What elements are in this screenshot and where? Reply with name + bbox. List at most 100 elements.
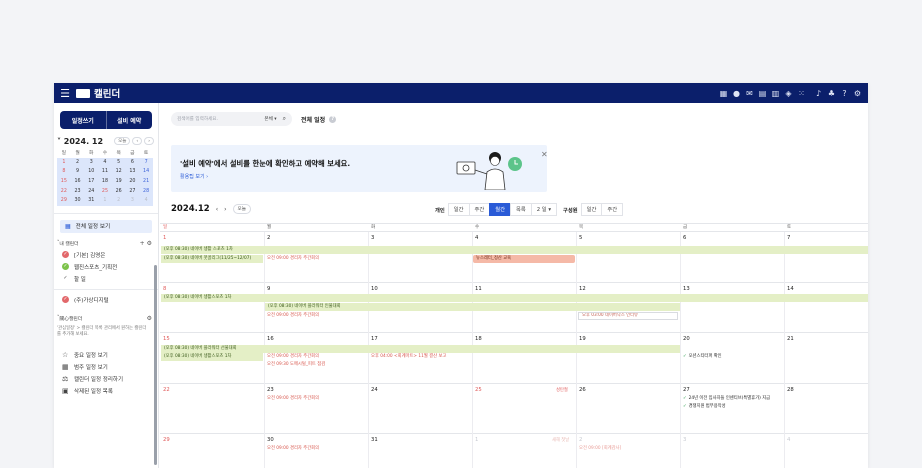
mini-day[interactable]: 1 [98,195,112,206]
event-item[interactable]: 오후 04:00 <회계마트> 11월 결산 보고 [370,353,470,361]
calendar-item[interactable]: ✓ [기본] 김영은 [54,249,158,261]
search-input[interactable]: 검색어를 입력하세요. 본체 ▾ ⌕ [171,112,292,126]
event-item[interactable]: 오전 09:00 경리자 주간회의 [266,445,364,453]
task-item[interactable]: ✓ 오션스티터퍼 확인 [682,353,782,361]
mini-day[interactable]: 20 [125,176,140,187]
mini-day[interactable]: 10 [84,167,99,177]
mini-day[interactable]: 13 [125,167,140,177]
day-number[interactable]: 1 [475,437,478,443]
equipment-reservation-button[interactable]: 설비 예약 [105,111,153,129]
event-bar[interactable]: (오후 08:30) 네이버 플라워터 선물대회 [161,345,680,353]
mini-day[interactable]: 2 [70,157,85,168]
event-bar[interactable]: (오후 08:30) 네이버 웃골리그(11/25~12/07) [161,255,263,263]
sidebar-scrollbar[interactable] [154,265,157,465]
doc-icon[interactable]: ▥ [771,89,780,98]
day-number[interactable]: 8 [163,286,166,292]
day-number[interactable]: 30 [267,437,274,443]
day-number[interactable]: 29 [163,437,170,443]
prev-month-icon[interactable]: ‹ [216,206,218,213]
shared-calendars-section[interactable]: ˅ 關心캘린더 ⚙ [54,314,158,324]
task-item[interactable]: ✓ 경쟁지원 법무용작성 [682,403,784,411]
calendar-settings-icon[interactable]: ⚙ [147,240,152,247]
event-bar[interactable]: (오후 08:30) 네이버 생활스포츠 1차 [161,294,868,302]
mini-day[interactable]: 7 [139,157,153,168]
day-number[interactable]: 26 [579,387,586,393]
mini-day[interactable]: 18 [98,176,112,187]
day-number[interactable]: 10 [371,286,378,292]
category-schedule-link[interactable]: ▦ 범주 일정 보기 [54,361,158,373]
mini-day[interactable]: 8 [57,167,71,177]
event-bar[interactable]: (오후 08:30) 네이버 생활스포츠 1차 [161,353,263,361]
day-number[interactable]: 21 [787,336,794,342]
mini-day[interactable]: 17 [84,176,99,187]
day-number[interactable]: 5 [579,235,582,241]
help-icon[interactable]: ? [329,115,337,123]
mini-day[interactable]: 28 [139,186,153,196]
shared-settings-icon[interactable]: ⚙ [147,315,152,322]
checkbox-icon[interactable]: ✓ [62,275,69,282]
event-item[interactable]: 오전 09:00 [회계감사] [578,445,678,453]
day-number[interactable]: 13 [683,286,690,292]
mini-day[interactable]: 11 [98,167,112,177]
calendar-item[interactable]: ✓ 할 일 [54,273,158,285]
grid-icon[interactable]: ▦ [719,89,728,98]
cube-icon[interactable]: ◈ [784,89,793,98]
mini-day[interactable]: 9 [70,167,85,177]
member-day-button[interactable]: 일간 [580,203,603,216]
mini-day[interactable]: 3 [125,195,140,206]
view-day-button[interactable]: 일간 [447,203,470,216]
all-schedule-view-button[interactable]: ▦ 전체 일정 보기 [60,219,152,233]
mini-day[interactable]: 25 [98,186,112,196]
day-number[interactable]: 15 [163,336,170,342]
write-schedule-button[interactable]: 일정쓰기 [60,111,106,129]
day-number[interactable]: 1 [163,235,166,241]
mini-day[interactable]: 16 [70,176,85,187]
view-month-button[interactable]: 월간 [489,203,511,216]
mini-day[interactable]: 22 [57,186,71,196]
event-item[interactable]: 오전 09:00 경리자 주간회의 [266,312,364,320]
day-number[interactable]: 28 [787,387,794,393]
day-number[interactable]: 19 [579,336,586,342]
mini-day[interactable]: 19 [111,176,126,187]
day-number[interactable]: 3 [371,235,374,241]
mini-day[interactable]: 14 [139,167,153,177]
mini-day[interactable]: 6 [125,157,140,168]
day-number[interactable]: 12 [579,286,586,292]
mini-day[interactable]: 23 [70,186,85,196]
mini-day[interactable]: 31 [84,195,99,206]
mini-day[interactable]: 24 [84,186,99,196]
day-number[interactable]: 11 [475,286,482,292]
important-schedule-link[interactable]: ☆ 중요 일정 보기 [54,349,158,361]
calendar-icon[interactable]: ▤ [758,89,767,98]
chat-icon[interactable]: ● [732,89,741,98]
hamburger-menu-icon[interactable]: ☰ [60,87,70,100]
calendar-item[interactable]: ✓ (주)가상디지털 [54,294,158,306]
day-number[interactable]: 14 [787,286,794,292]
mini-prev-icon[interactable]: ‹ [132,137,143,145]
mini-day[interactable]: 4 [98,157,112,168]
view-2day-select[interactable]: 2 일 ▾ [530,203,558,216]
day-number[interactable]: 17 [371,336,378,342]
mini-day[interactable]: 12 [111,167,126,177]
settings-icon[interactable]: ⚙ [853,89,862,98]
add-calendar-icon[interactable]: + [140,240,145,247]
event-bar[interactable]: 오후 03:00 네이버닥스 인터뷰 [578,312,678,320]
mini-calendar-month[interactable]: ˅ 2024. 12 [57,137,103,146]
search-scope-select[interactable]: 본체 ▾ [264,116,276,122]
mini-day[interactable]: 4 [139,195,153,206]
mini-day[interactable]: 21 [139,176,153,187]
event-bar[interactable]: (오후 08:30) 네이버 생활 스포츠 1차 [161,246,868,254]
day-number[interactable]: 31 [371,437,378,443]
next-month-icon[interactable]: › [224,206,226,213]
event-item[interactable]: 오전 09:00 경리자 주간회의 [266,255,364,263]
mini-day[interactable]: 15 [57,176,71,187]
view-week-button[interactable]: 주간 [468,203,491,216]
calendar-item[interactable]: ✓ 웹진스포츠_기획전 [54,261,158,273]
mini-day[interactable]: 30 [70,195,85,206]
day-number[interactable]: 18 [475,336,482,342]
day-number[interactable]: 4 [475,235,478,241]
event-bar[interactable]: 뉴스레터_정산 교육 [473,255,575,263]
my-calendars-section[interactable]: ˅ 내 캘린더 + ⚙ [54,239,158,249]
checkbox-icon[interactable]: ✓ [62,263,69,271]
organize-schedule-link[interactable]: ⚖ 캘린더 일정 정리하기 [54,373,158,385]
